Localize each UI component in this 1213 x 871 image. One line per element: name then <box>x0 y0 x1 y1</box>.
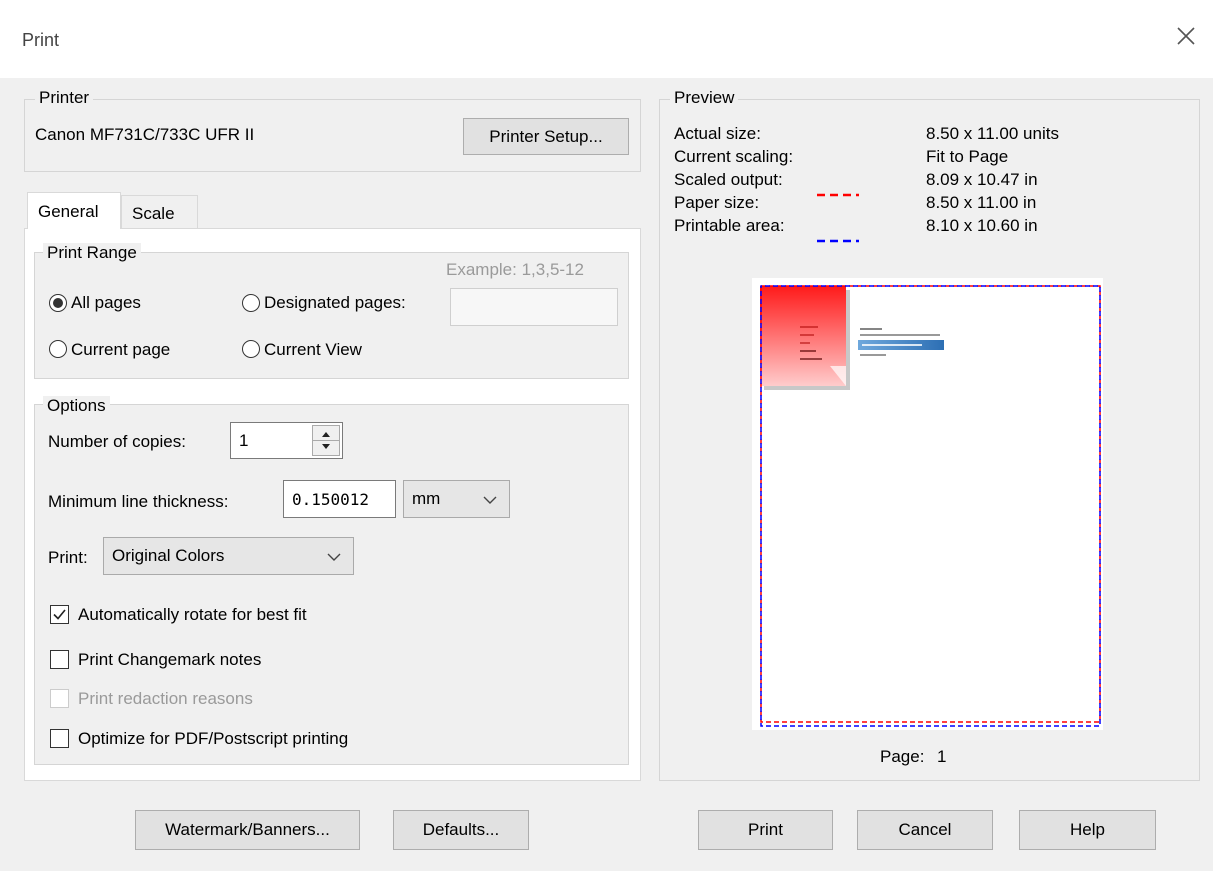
printer-group-label: Printer <box>35 88 94 108</box>
designated-pages-input[interactable] <box>450 288 618 326</box>
thickness-unit-value: mm <box>412 489 441 508</box>
tab-general[interactable]: General <box>27 192 121 229</box>
print-range-label: Print Range <box>43 243 141 263</box>
current-view-label[interactable]: Current View <box>264 340 362 360</box>
printer-setup-button[interactable]: Printer Setup... <box>463 118 629 155</box>
options-label: Options <box>43 396 110 416</box>
redaction-label: Print redaction reasons <box>78 689 253 708</box>
auto-rotate-checkbox[interactable] <box>50 605 69 624</box>
page-indicator-value: 1 <box>937 747 947 766</box>
print-mode-select[interactable]: Original Colors <box>103 537 354 575</box>
printer-name: Canon MF731C/733C UFR II <box>35 125 255 144</box>
auto-rotate-label[interactable]: Automatically rotate for best fit <box>78 605 307 625</box>
print-button[interactable]: Print <box>698 810 833 850</box>
scaled-output-legend <box>817 182 859 202</box>
printable-area-legend <box>817 228 859 248</box>
stepper-arrows-icon <box>313 432 339 449</box>
tab-scale[interactable]: Scale <box>121 195 198 228</box>
changemark-label[interactable]: Print Changemark notes <box>78 650 261 670</box>
optimize-checkbox[interactable] <box>50 729 69 748</box>
chevron-down-icon <box>327 553 341 561</box>
designated-pages-radio[interactable] <box>242 294 260 312</box>
all-pages-radio[interactable] <box>49 294 67 312</box>
help-button[interactable]: Help <box>1019 810 1156 850</box>
thickness-input[interactable]: 0.150012 <box>283 480 396 518</box>
copies-stepper[interactable] <box>312 425 340 456</box>
current-page-label[interactable]: Current page <box>71 340 170 360</box>
cancel-button[interactable]: Cancel <box>857 810 993 850</box>
copies-label: Number of copies: <box>48 432 186 451</box>
designated-example: Example: 1,3,5-12 <box>446 260 584 279</box>
optimize-label[interactable]: Optimize for PDF/Postscript printing <box>78 729 348 749</box>
window-title: Print <box>22 30 60 50</box>
all-pages-label[interactable]: All pages <box>71 293 141 313</box>
preview-label: Preview <box>670 88 739 108</box>
printable-area-value: 8.10 x 10.60 in <box>926 216 1038 235</box>
print-mode-value: Original Colors <box>112 546 225 565</box>
redaction-checkbox <box>50 689 69 708</box>
watermark-button[interactable]: Watermark/Banners... <box>135 810 360 850</box>
thickness-label: Minimum line thickness: <box>48 492 229 511</box>
thickness-unit-select[interactable]: mm <box>403 480 510 518</box>
current-scaling-value: Fit to Page <box>926 147 1009 166</box>
paper-size-label: Paper size: <box>674 193 760 212</box>
current-view-radio[interactable] <box>242 340 260 358</box>
close-icon[interactable] <box>1172 22 1200 50</box>
page-preview <box>752 278 1103 730</box>
paper-size-value: 8.50 x 11.00 in <box>926 193 1037 212</box>
scaled-output-value: 8.09 x 10.47 in <box>926 170 1038 189</box>
scaled-output-label: Scaled output: <box>674 170 783 189</box>
printable-area-label: Printable area: <box>674 216 785 235</box>
actual-size-value: 8.50 x 11.00 units <box>926 124 1059 143</box>
tab-scale-label: Scale <box>132 204 175 223</box>
actual-size-label: Actual size: <box>674 124 761 143</box>
current-page-radio[interactable] <box>49 340 67 358</box>
checkmark-icon <box>53 609 66 620</box>
copies-value: 1 <box>239 430 249 450</box>
tab-general-label: General <box>38 202 99 221</box>
page-indicator-label: Page: <box>880 747 925 766</box>
defaults-button[interactable]: Defaults... <box>393 810 529 850</box>
current-scaling-label: Current scaling: <box>674 147 794 166</box>
title-bar <box>0 0 1213 78</box>
chevron-down-icon <box>483 496 497 504</box>
print-mode-label: Print: <box>48 548 88 567</box>
designated-pages-label[interactable]: Designated pages: <box>264 293 406 313</box>
page-thumbnail-image <box>760 285 1101 727</box>
changemark-checkbox[interactable] <box>50 650 69 669</box>
